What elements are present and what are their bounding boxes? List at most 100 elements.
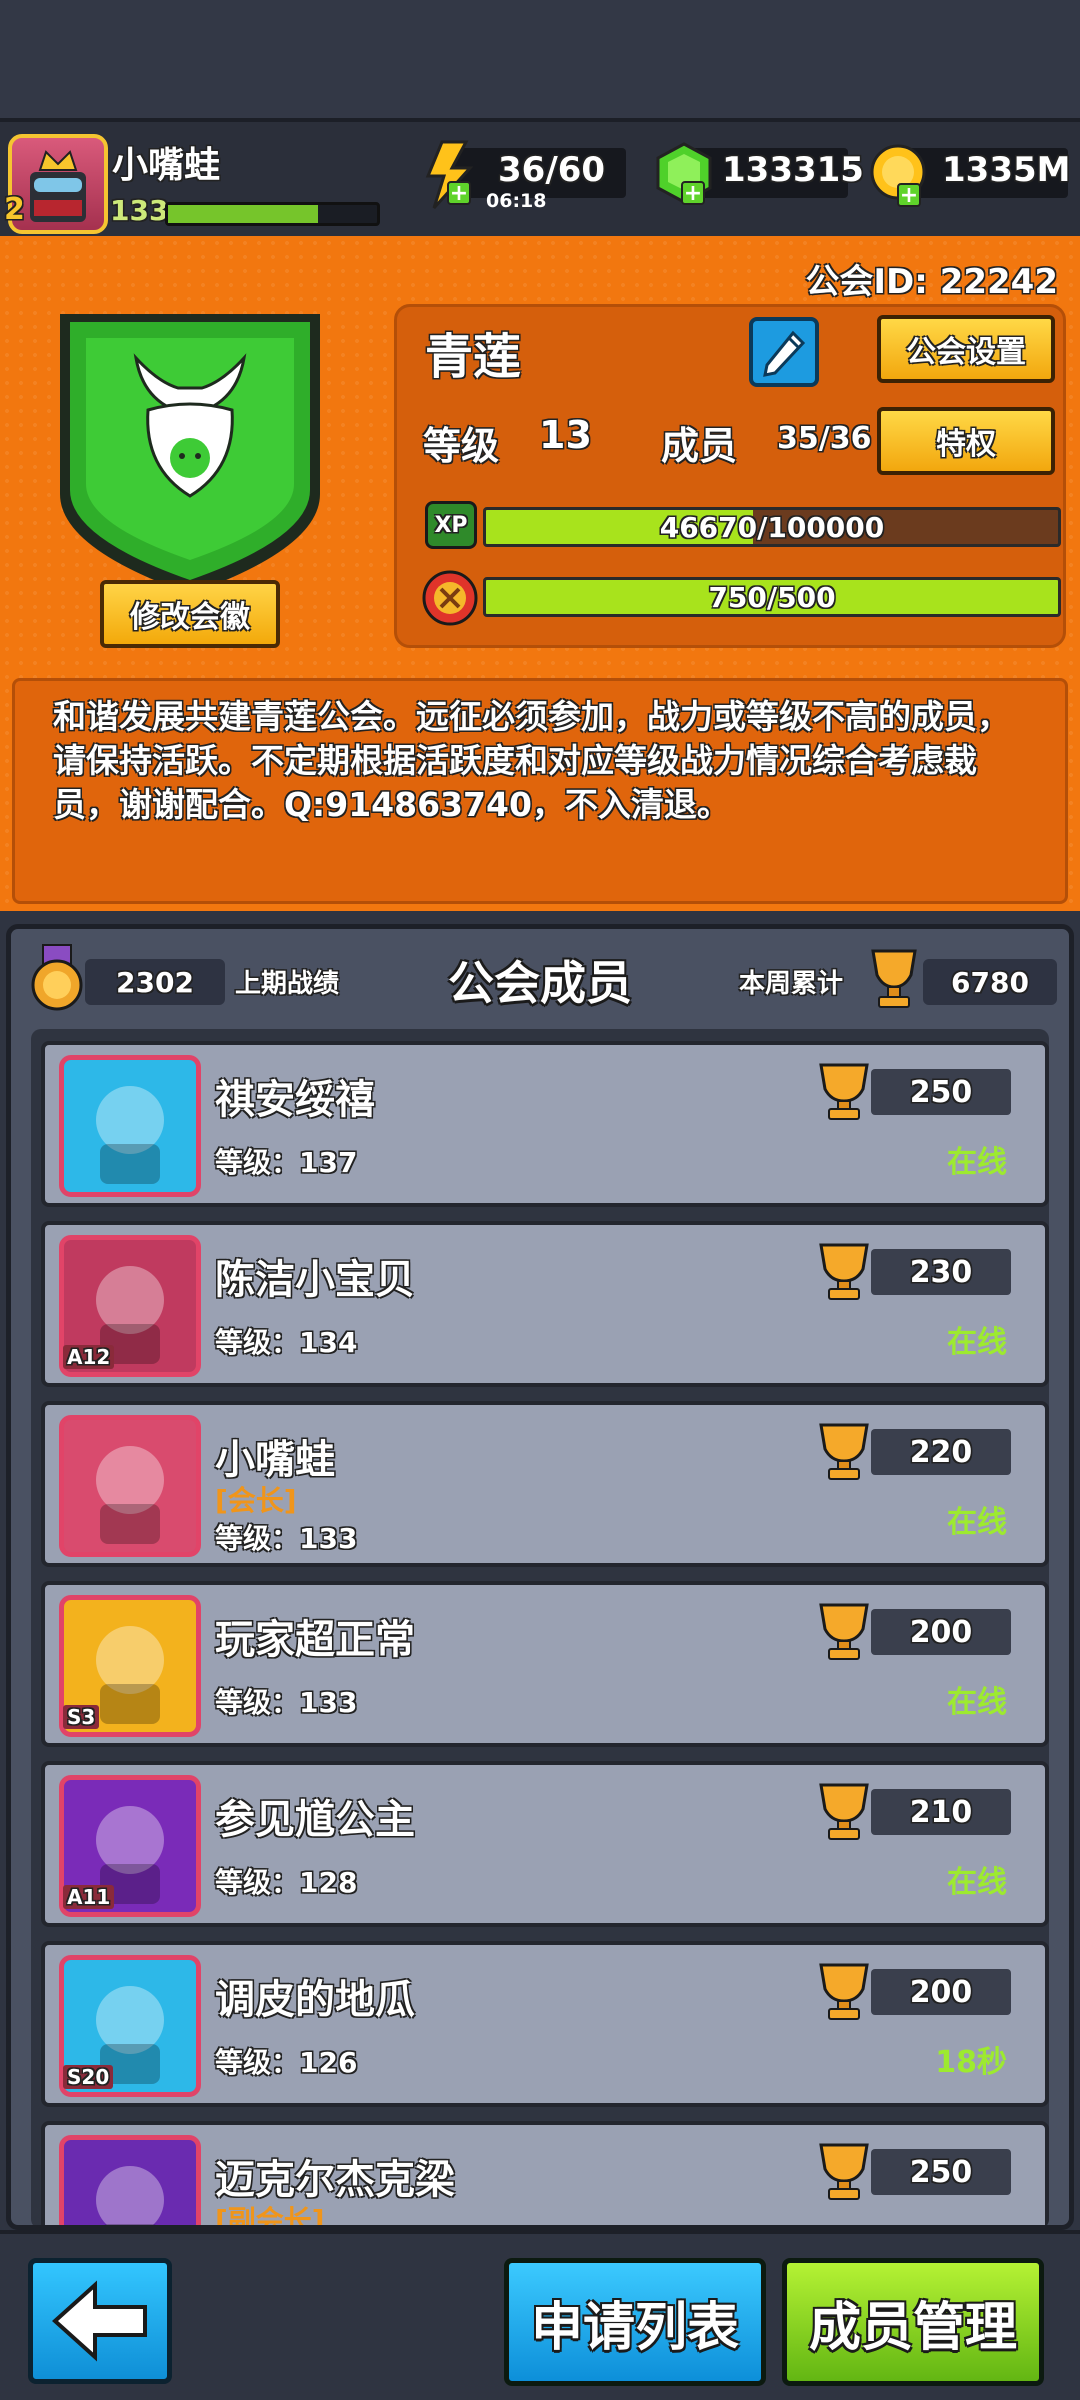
back-button[interactable] [28, 2258, 172, 2384]
guild-activity-bar: 750/500 [483, 577, 1061, 617]
member-status: 在线 [947, 1685, 1007, 1720]
svg-text:+: + [450, 181, 468, 206]
coins-value: 1335M [942, 150, 1071, 190]
member-name: 参见馗公主 [215, 1797, 415, 1843]
member-manage-button[interactable]: 成员管理 [782, 2258, 1044, 2386]
guild-xp-bar: 46670/100000 [483, 507, 1061, 547]
character-portrait-icon [96, 1446, 164, 1544]
apply-list-button[interactable]: 申请列表 [504, 2258, 766, 2386]
player-xp-bar [165, 202, 380, 226]
trophy-icon [819, 1603, 869, 1660]
member-role: [副会长] [215, 2204, 325, 2229]
member-status: 在线 [947, 1505, 1007, 1540]
member-score: 200 [871, 1609, 1011, 1655]
member-name: 小嘴蛙 [215, 1437, 335, 1483]
member-status: 18秒 [935, 2045, 1007, 2080]
member-score: 250 [871, 2149, 1011, 2195]
trophy-icon [819, 1063, 869, 1120]
member-name: 玩家超正常 [215, 1617, 415, 1663]
guild-emblem-icon[interactable] [52, 298, 328, 598]
coin-icon[interactable]: + [868, 142, 934, 212]
guild-description: 和谐发展共建青莲公会。远征必须参加，战力或等级不高的成员，请保持活跃。不定期根据… [12, 678, 1068, 904]
member-score: 200 [871, 1969, 1011, 2015]
guild-members-value: 35/36 [777, 421, 872, 456]
guild-id: 公会ID: 22242 [805, 262, 1058, 302]
gem-icon[interactable]: + [652, 140, 718, 210]
edit-name-button[interactable] [749, 317, 819, 387]
member-list[interactable]: 祺安绥禧 等级：137 250 在线 A12 陈洁小宝贝 等级：134 230 … [31, 1029, 1049, 2229]
gems-value: 133315 [722, 150, 864, 190]
pencil-icon [763, 330, 806, 377]
member-score: 210 [871, 1789, 1011, 1835]
character-portrait-icon [96, 2166, 164, 2225]
members-panel: 2302 上期战绩 公会成员 本周累计 6780 祺安绥禧 等级：137 250… [6, 924, 1074, 2230]
members-header: 2302 上期战绩 公会成员 本周累计 6780 [11, 929, 1069, 1029]
guild-activity-text: 750/500 [708, 580, 836, 614]
member-score: 230 [871, 1249, 1011, 1295]
guild-members-label: 成员 [661, 424, 738, 468]
member-card[interactable]: S3 玩家超正常 等级：133 200 在线 [41, 1581, 1049, 1747]
energy-icon[interactable]: + [418, 140, 478, 210]
character-portrait-icon [96, 1086, 164, 1184]
back-arrow-icon [52, 2280, 147, 2362]
player-level: 133 [110, 194, 169, 227]
svg-text:+: + [900, 183, 918, 208]
member-tier-badge: S20 [63, 2065, 114, 2089]
guild-settings-button[interactable]: 公会设置 [877, 315, 1055, 383]
bottom-bar: 申请列表 成员管理 [0, 2230, 1080, 2400]
member-status: 在线 [947, 1865, 1007, 1900]
member-level: 等级：126 [215, 2046, 358, 2079]
guild-level-value: 13 [539, 413, 592, 457]
member-level: 等级：128 [215, 1866, 358, 1899]
member-avatar[interactable] [59, 2135, 201, 2225]
guild-xp-text: 46670/100000 [659, 510, 885, 544]
member-card[interactable]: 小嘴蛙 [会长] 等级：133 220 在线 [41, 1401, 1049, 1567]
member-score: 250 [871, 1069, 1011, 1115]
member-card[interactable]: S20 调皮的地瓜 等级：126 200 18秒 [41, 1941, 1049, 2107]
xp-badge-icon: XP [425, 501, 477, 549]
member-score: 220 [871, 1429, 1011, 1475]
member-avatar[interactable] [59, 1055, 201, 1197]
guild-details-box: 青莲 公会设置 等级 13 成员 35/36 特权 XP 46670/10000… [394, 304, 1066, 648]
member-avatar[interactable] [59, 1415, 201, 1557]
member-tier-badge: A11 [63, 1885, 115, 1909]
member-name: 陈洁小宝贝 [215, 1257, 415, 1303]
top-header: 2 小嘴蛙 133 + 36/60 06:18 + 133315 + 1335M [0, 118, 1080, 238]
privilege-button[interactable]: 特权 [877, 407, 1055, 475]
trophy-icon [819, 1243, 869, 1300]
member-tier-badge: A12 [63, 1345, 115, 1369]
trophy-icon [871, 949, 917, 1008]
trophy-icon [819, 1963, 869, 2020]
member-name: 祺安绥禧 [215, 1077, 375, 1123]
guild-level-label: 等级 [423, 424, 500, 468]
week-total-score: 6780 [923, 959, 1057, 1005]
energy-value: 36/60 [498, 150, 606, 190]
member-level: 等级：133 [215, 1522, 358, 1555]
member-status: 在线 [947, 1145, 1007, 1180]
member-card[interactable]: A12 陈洁小宝贝 等级：134 230 在线 [41, 1221, 1049, 1387]
system-status-bar [0, 0, 1080, 118]
member-name: 迈克尔杰克梁 [215, 2157, 455, 2203]
member-tier-badge: S3 [63, 1705, 100, 1729]
member-level: 等级：134 [215, 1326, 358, 1359]
member-status: 在线 [947, 1325, 1007, 1360]
member-card[interactable]: 祺安绥禧 等级：137 250 在线 [41, 1041, 1049, 1207]
player-star-level: 2 [4, 192, 25, 227]
svg-text:+: + [684, 181, 702, 206]
member-level: 等级：137 [215, 1146, 358, 1179]
trophy-icon [819, 1783, 869, 1840]
player-name: 小嘴蛙 [112, 145, 221, 186]
member-card[interactable]: 迈克尔杰克梁 [副会长] 250 [41, 2121, 1049, 2229]
week-total-label: 本周累计 [739, 969, 844, 999]
member-level: 等级：133 [215, 1686, 358, 1719]
guild-name: 青莲 [425, 329, 522, 385]
member-name: 调皮的地瓜 [215, 1977, 415, 2023]
activity-badge-icon [422, 570, 478, 626]
change-emblem-button[interactable]: 修改会徽 [100, 580, 280, 648]
energy-timer: 06:18 [486, 190, 547, 212]
player-xp-fill [168, 205, 319, 223]
trophy-icon [819, 2143, 869, 2200]
member-role: [会长] [215, 1484, 297, 1517]
trophy-icon [819, 1423, 869, 1480]
member-card[interactable]: A11 参见馗公主 等级：128 210 在线 [41, 1761, 1049, 1927]
